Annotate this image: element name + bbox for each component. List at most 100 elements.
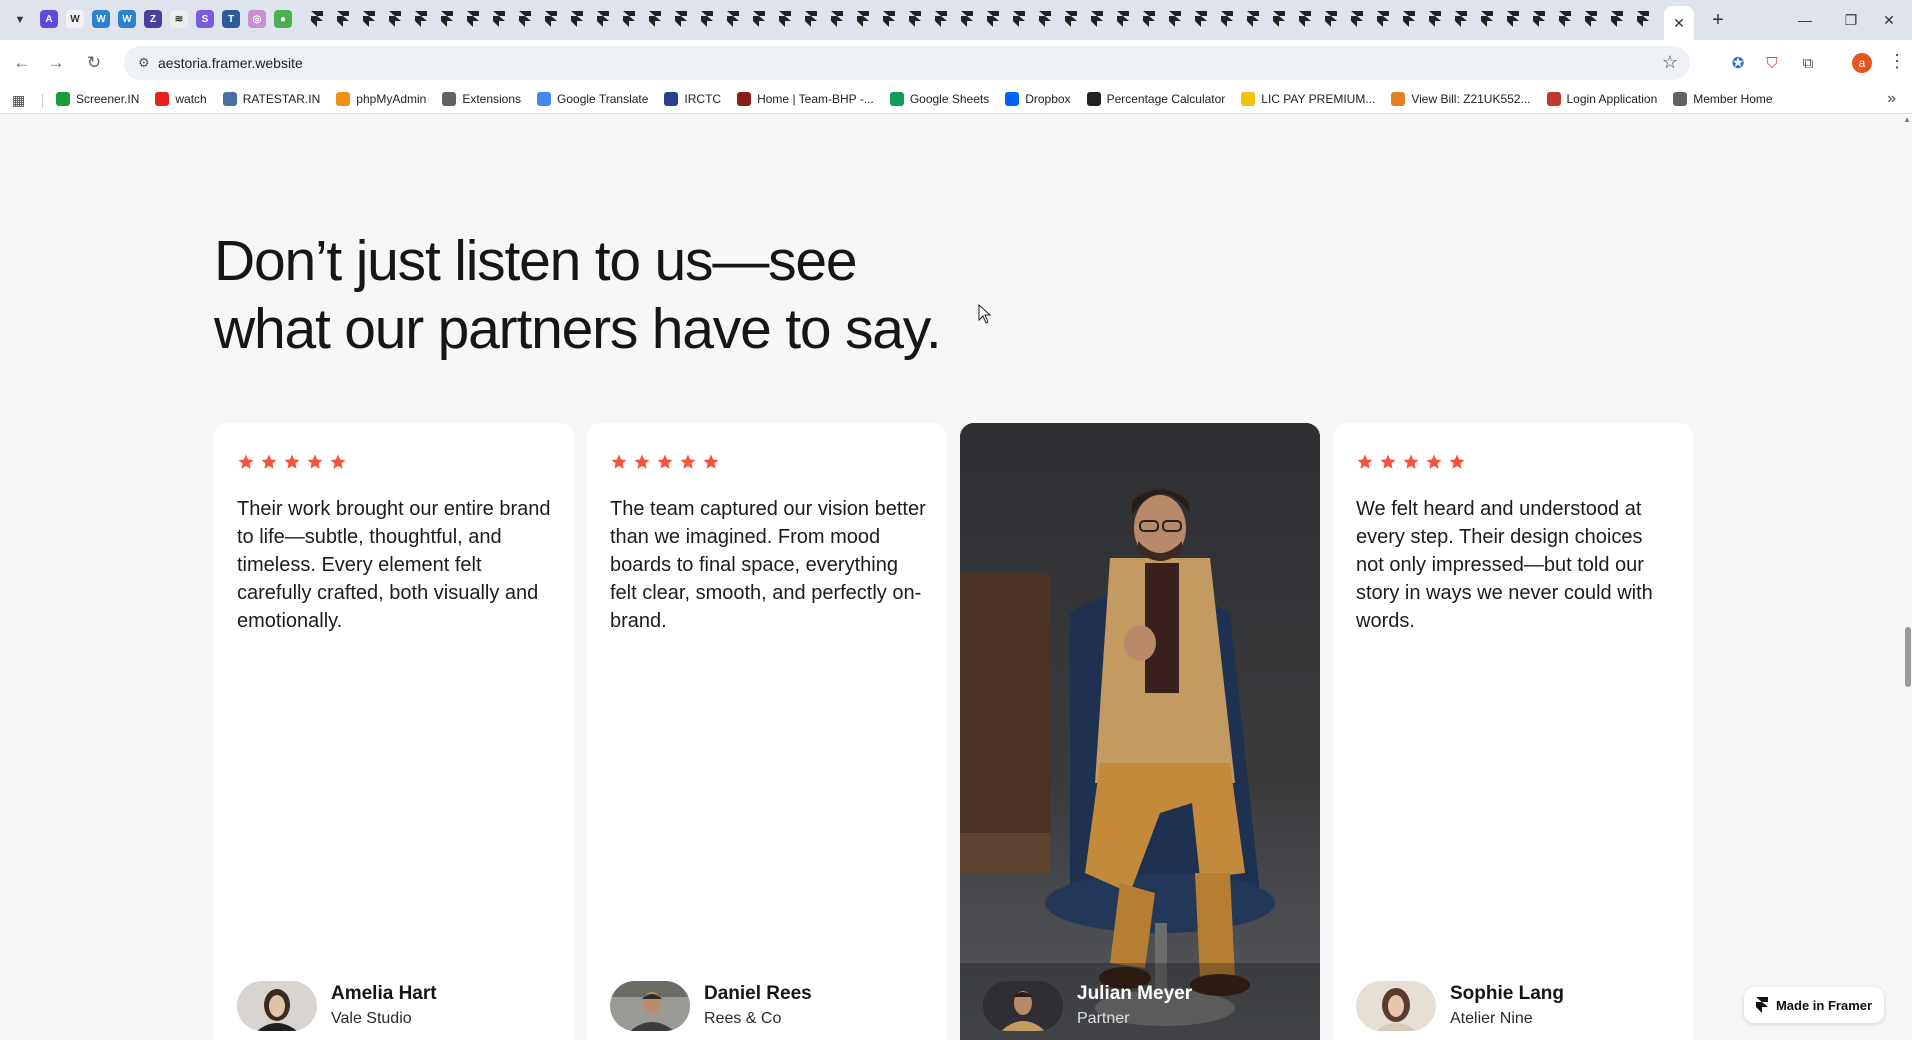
site-info-icon[interactable]: ⚙ <box>138 55 154 71</box>
framer-tab-icon[interactable] <box>698 10 716 28</box>
minimize-icon[interactable]: — <box>1782 0 1828 40</box>
bookmark-item[interactable]: LIC PAY PREMIUM... <box>1241 92 1375 106</box>
framer-tab-icon[interactable] <box>594 10 612 28</box>
framer-tab-icon[interactable] <box>1452 10 1470 28</box>
framer-tab-icon[interactable] <box>724 10 742 28</box>
framer-tab-icon[interactable] <box>1296 10 1314 28</box>
bookmark-item[interactable]: Google Sheets <box>889 92 989 106</box>
framer-tab-icon[interactable] <box>568 10 586 28</box>
back-icon[interactable]: ← <box>10 51 34 75</box>
scrollbar[interactable]: ▲ <box>1903 115 1912 1040</box>
framer-tab-icon[interactable] <box>308 10 326 28</box>
bookmark-item[interactable]: watch <box>155 92 207 106</box>
address-bar[interactable]: ⚙ aestoria.framer.website ☆ <box>124 46 1690 80</box>
tab-favicon[interactable]: A <box>40 10 58 28</box>
framer-tab-icon[interactable] <box>412 10 430 28</box>
framer-tab-icon[interactable] <box>334 10 352 28</box>
framer-tab-icon[interactable] <box>854 10 872 28</box>
more-bookmarks-icon[interactable]: » <box>1887 90 1896 108</box>
framer-tab-icon[interactable] <box>646 10 664 28</box>
bookmark-star-icon[interactable]: ☆ <box>1662 52 1678 73</box>
framer-tab-icon[interactable] <box>1244 10 1262 28</box>
framer-tab-icon[interactable] <box>1088 10 1106 28</box>
framer-tab-icon[interactable] <box>1192 10 1210 28</box>
framer-tab-icon[interactable] <box>1374 10 1392 28</box>
framer-tab-icon[interactable] <box>360 10 378 28</box>
active-tab-close-icon[interactable]: ✕ <box>1664 6 1694 40</box>
framer-tab-icon[interactable] <box>1322 10 1340 28</box>
framer-tab-icon[interactable] <box>1478 10 1496 28</box>
profile-avatar[interactable]: a <box>1852 53 1872 73</box>
extensions-puzzle-icon[interactable]: ⧉ <box>1796 51 1820 75</box>
framer-tab-icon[interactable] <box>464 10 482 28</box>
framer-tab-icon[interactable] <box>1634 10 1652 28</box>
made-in-framer-badge[interactable]: Made in Framer <box>1744 987 1884 1023</box>
framer-tab-icon[interactable] <box>1530 10 1548 28</box>
framer-tab-icon[interactable] <box>438 10 456 28</box>
framer-tab-icon[interactable] <box>932 10 950 28</box>
framer-tab-icon[interactable] <box>1348 10 1366 28</box>
tab-favicon[interactable]: W <box>66 10 84 28</box>
tab-favicon[interactable]: S <box>196 10 214 28</box>
framer-tab-icon[interactable] <box>1036 10 1054 28</box>
framer-tab-icon[interactable] <box>490 10 508 28</box>
tab-favicon[interactable]: ≋ <box>170 10 188 28</box>
framer-tab-icon[interactable] <box>958 10 976 28</box>
framer-tab-icon[interactable] <box>1426 10 1444 28</box>
bookmark-item[interactable]: phpMyAdmin <box>336 92 426 106</box>
extension-icon[interactable]: ✪ <box>1726 51 1750 75</box>
bookmark-item[interactable]: Member Home <box>1673 92 1773 106</box>
bookmark-item[interactable]: Home | Team-BHP -... <box>737 92 874 106</box>
shield-extension-icon[interactable]: ⛉ <box>1760 51 1784 75</box>
framer-tab-icon[interactable] <box>1010 10 1028 28</box>
scrollbar-thumb[interactable] <box>1905 627 1911 687</box>
tab-favicon[interactable]: W <box>118 10 136 28</box>
bookmark-item[interactable]: RATESTAR.IN <box>222 92 320 106</box>
framer-tab-icon[interactable] <box>828 10 846 28</box>
framer-tab-icon[interactable] <box>542 10 560 28</box>
forward-icon[interactable]: → <box>44 51 68 75</box>
framer-tab-icon[interactable] <box>386 10 404 28</box>
tab-favicon[interactable]: ● <box>274 10 292 28</box>
tab-favicon[interactable]: Z <box>144 10 162 28</box>
tab-search-icon[interactable]: ▼ <box>8 8 32 32</box>
framer-tab-icon[interactable] <box>1582 10 1600 28</box>
framer-tab-icon[interactable] <box>672 10 690 28</box>
framer-tab-icon[interactable] <box>880 10 898 28</box>
bookmark-item[interactable]: Google Translate <box>537 92 648 106</box>
framer-tab-icon[interactable] <box>750 10 768 28</box>
menu-icon[interactable]: ⋮ <box>1888 51 1906 72</box>
close-window-icon[interactable]: ✕ <box>1866 0 1912 40</box>
bookmark-item[interactable]: Percentage Calculator <box>1086 92 1225 106</box>
framer-tab-icon[interactable] <box>1400 10 1418 28</box>
new-tab-button[interactable]: + <box>1706 8 1730 32</box>
framer-tab-icon[interactable] <box>1504 10 1522 28</box>
tab-favicon[interactable]: T <box>222 10 240 28</box>
framer-tab-icon[interactable] <box>1166 10 1184 28</box>
tab-favicon[interactable]: W <box>92 10 110 28</box>
bookmark-item[interactable]: IRCTC <box>664 92 721 106</box>
apps-grid-icon[interactable]: ▦ <box>12 92 25 109</box>
bookmark-item[interactable]: View Bill: Z21UK552... <box>1391 92 1531 106</box>
bookmark-item[interactable]: Screener.IN <box>56 92 139 106</box>
reload-icon[interactable]: ↻ <box>82 51 106 75</box>
framer-tab-icon[interactable] <box>802 10 820 28</box>
url-text[interactable]: aestoria.framer.website <box>158 55 303 71</box>
framer-tab-icon[interactable] <box>1218 10 1236 28</box>
framer-tab-icon[interactable] <box>1140 10 1158 28</box>
framer-tab-icon[interactable] <box>906 10 924 28</box>
framer-tab-icon[interactable] <box>776 10 794 28</box>
bookmark-item[interactable]: Login Application <box>1546 92 1657 106</box>
framer-tab-icon[interactable] <box>1608 10 1626 28</box>
framer-tab-icon[interactable] <box>1114 10 1132 28</box>
scroll-up-icon[interactable]: ▲ <box>1903 115 1911 124</box>
bookmark-item[interactable]: Dropbox <box>1005 92 1071 106</box>
bookmark-item[interactable]: Extensions <box>442 92 521 106</box>
framer-tab-icon[interactable] <box>1062 10 1080 28</box>
framer-tab-icon[interactable] <box>1270 10 1288 28</box>
framer-tab-icon[interactable] <box>984 10 1002 28</box>
framer-tab-icon[interactable] <box>1556 10 1574 28</box>
framer-tab-icon[interactable] <box>516 10 534 28</box>
tab-favicon[interactable]: ◎ <box>248 10 266 28</box>
framer-tab-icon[interactable] <box>620 10 638 28</box>
